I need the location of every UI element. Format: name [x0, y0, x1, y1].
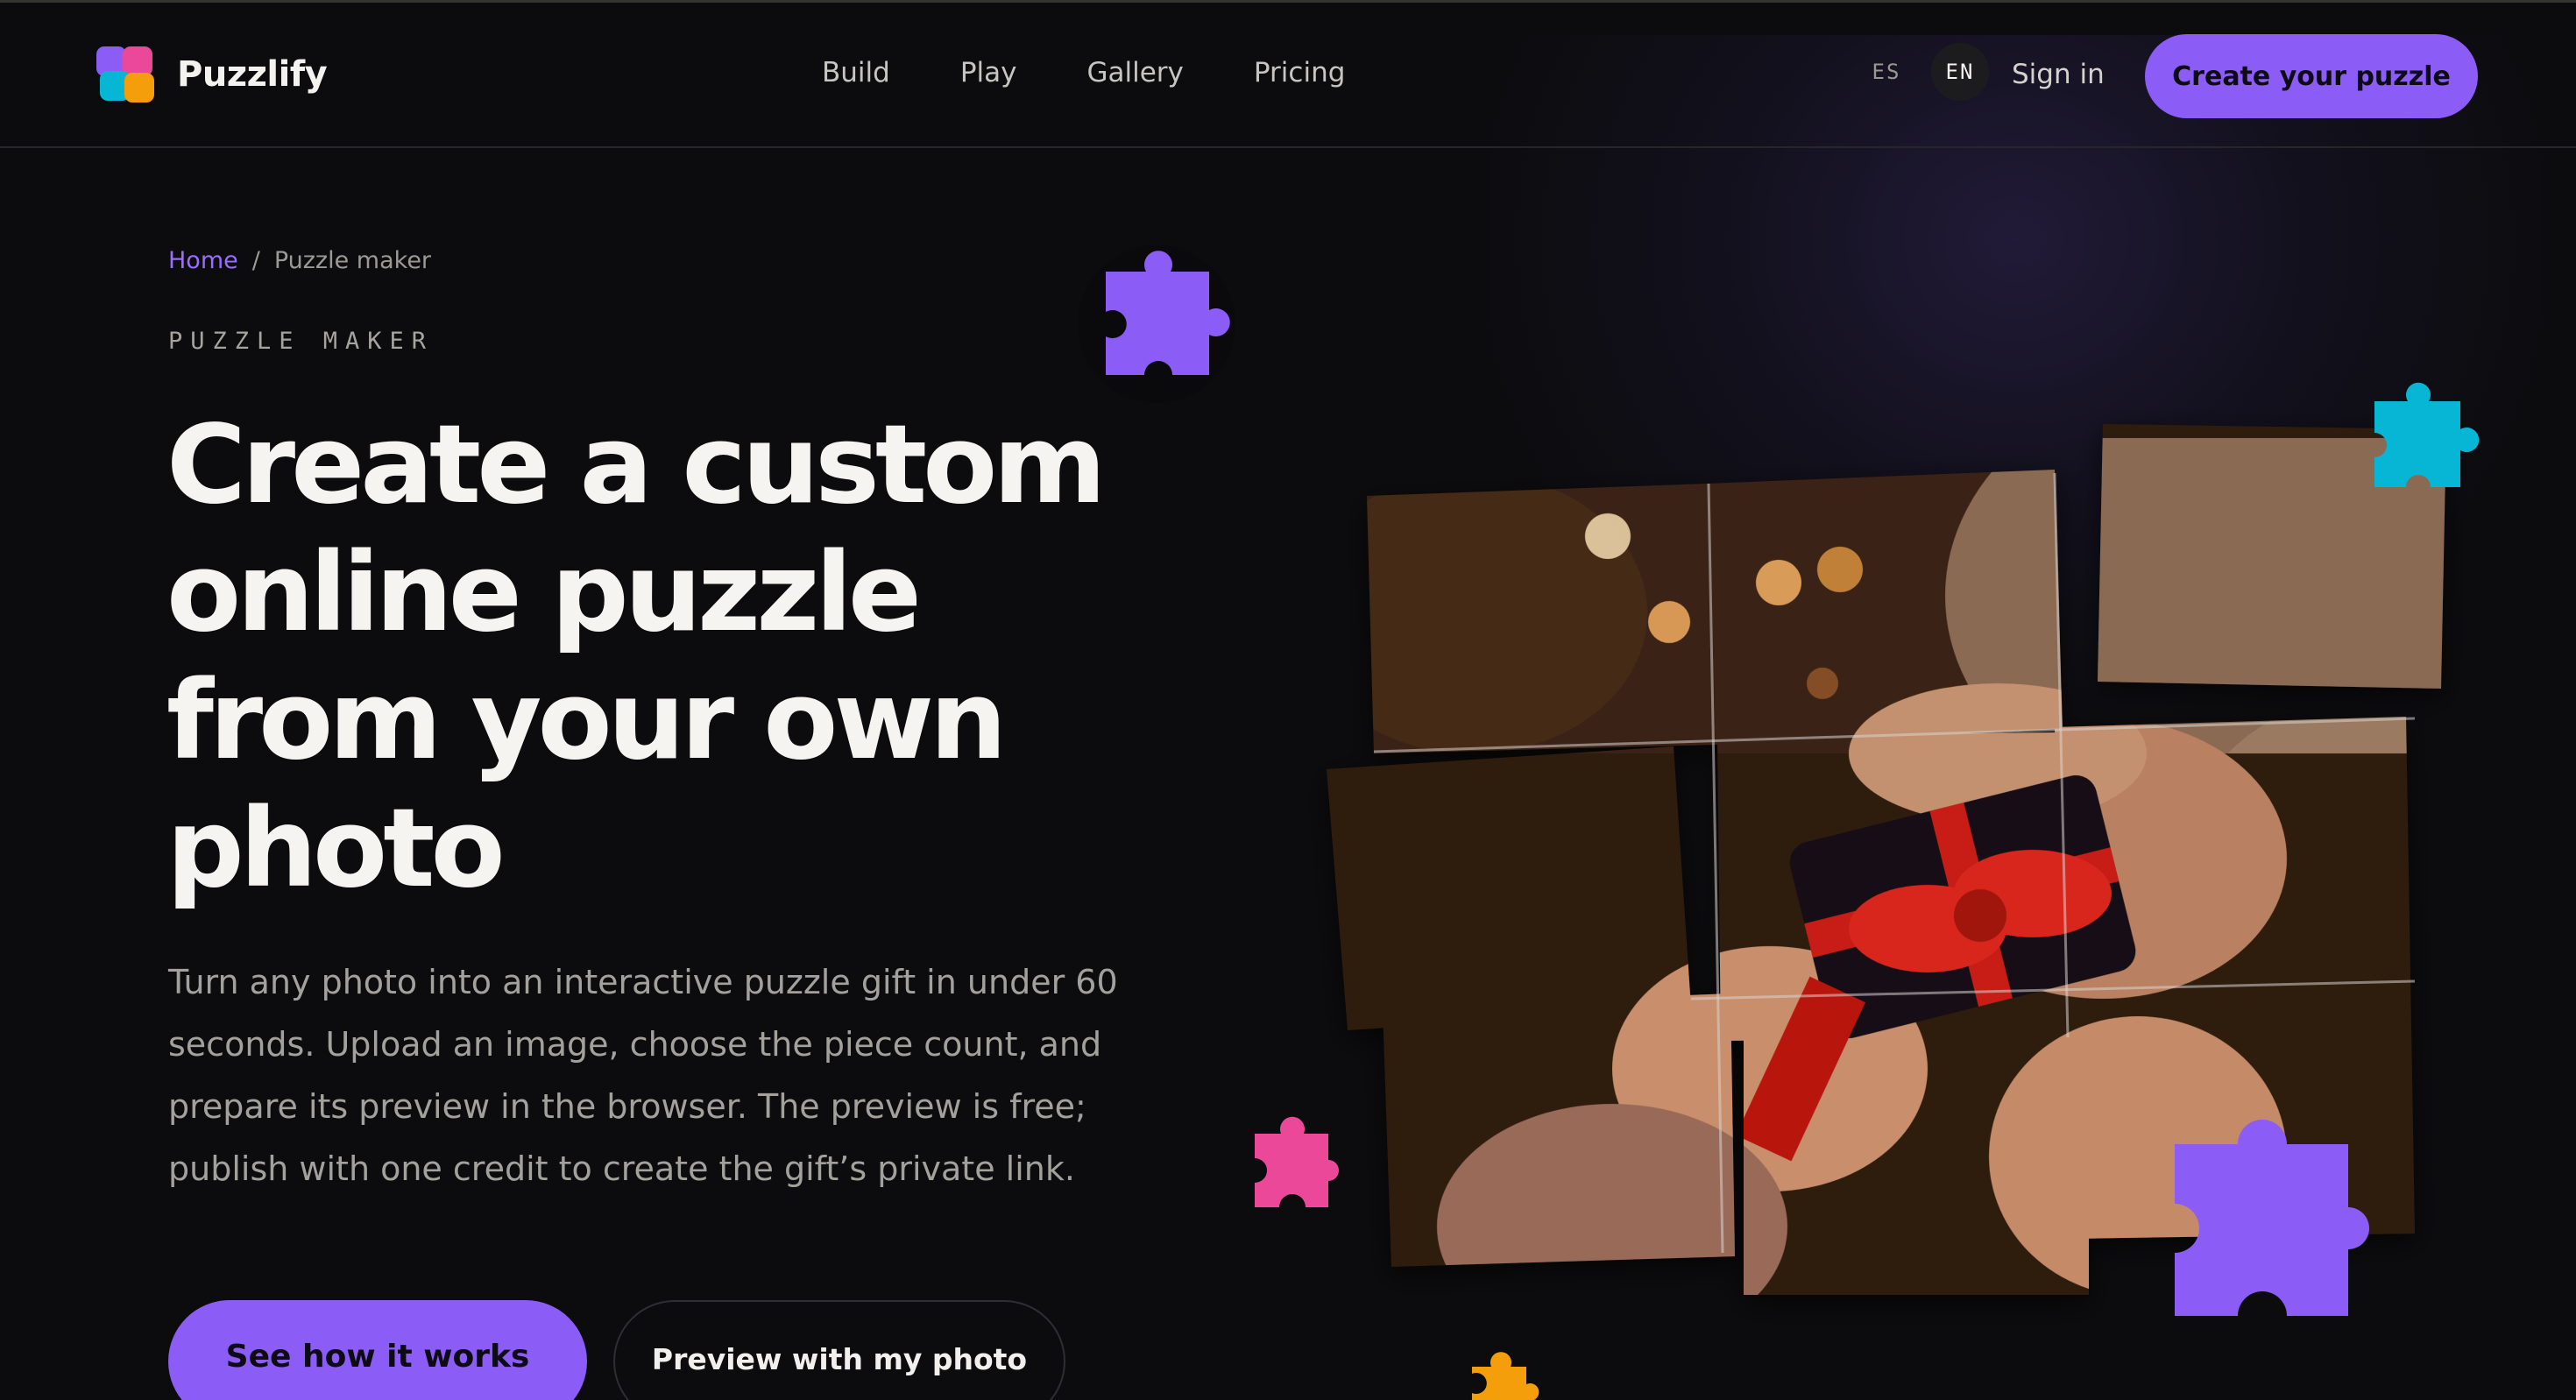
- puzzle-tile: [1327, 746, 1691, 1030]
- breadcrumb: Home / Puzzle maker: [168, 247, 431, 274]
- puzzle-piece-icon: [1078, 245, 1235, 403]
- title-line: Create a custom: [166, 402, 1107, 528]
- breadcrumb-home-link[interactable]: Home: [168, 247, 238, 274]
- title-line: from your own: [166, 658, 1007, 784]
- logo-puzzle-icon: [96, 46, 154, 103]
- title-line: online puzzle: [166, 530, 922, 656]
- language-switcher: ES EN: [1858, 43, 1989, 101]
- hero-eyebrow: PUZZLE MAKER: [168, 328, 435, 355]
- nav-item-build[interactable]: Build: [822, 57, 890, 88]
- puzzle-tile: [1367, 484, 1716, 753]
- language-option-es[interactable]: ES: [1858, 43, 1915, 101]
- nav-item-pricing[interactable]: Pricing: [1254, 57, 1346, 88]
- create-puzzle-button[interactable]: Create your puzzle: [2145, 34, 2478, 118]
- brand-name: Puzzlify: [177, 54, 328, 95]
- breadcrumb-separator: /: [251, 247, 260, 274]
- puzzle-piece-icon: [2374, 382, 2480, 487]
- language-option-en[interactable]: EN: [1931, 43, 1989, 101]
- puzzle-piece-icon: [2175, 1120, 2369, 1316]
- hero-description: Turn any photo into an interactive puzzl…: [168, 963, 1118, 1188]
- puzzle-tile: [1717, 732, 2064, 1041]
- title-line: photo: [166, 786, 506, 912]
- preview-with-photo-button[interactable]: Preview with my photo: [613, 1300, 1065, 1400]
- breadcrumb-current: Puzzle maker: [273, 247, 432, 274]
- puzzle-tile: [1383, 993, 1735, 1267]
- puzzle-tile: [1709, 470, 2063, 745]
- puzzle-piece-icon: [1472, 1352, 1539, 1400]
- nav-item-gallery[interactable]: Gallery: [1086, 57, 1183, 88]
- site-header: Puzzlify Build Play Gallery Pricing ES E…: [0, 3, 2576, 148]
- puzzle-piece-icon: [1255, 1116, 1339, 1207]
- puzzle-tile: [2098, 424, 2446, 689]
- puzzle-tile: [2055, 717, 2415, 1239]
- main-nav: Build Play Gallery Pricing: [822, 57, 1345, 88]
- see-how-it-works-button[interactable]: See how it works: [168, 1300, 587, 1400]
- sign-in-link[interactable]: Sign in: [2012, 59, 2105, 90]
- brand-logo[interactable]: Puzzlify: [96, 46, 328, 103]
- nav-item-play[interactable]: Play: [960, 57, 1017, 88]
- page-title: Create a custom online puzzle from your …: [166, 401, 1218, 913]
- puzzle-tile: [1744, 1034, 2089, 1295]
